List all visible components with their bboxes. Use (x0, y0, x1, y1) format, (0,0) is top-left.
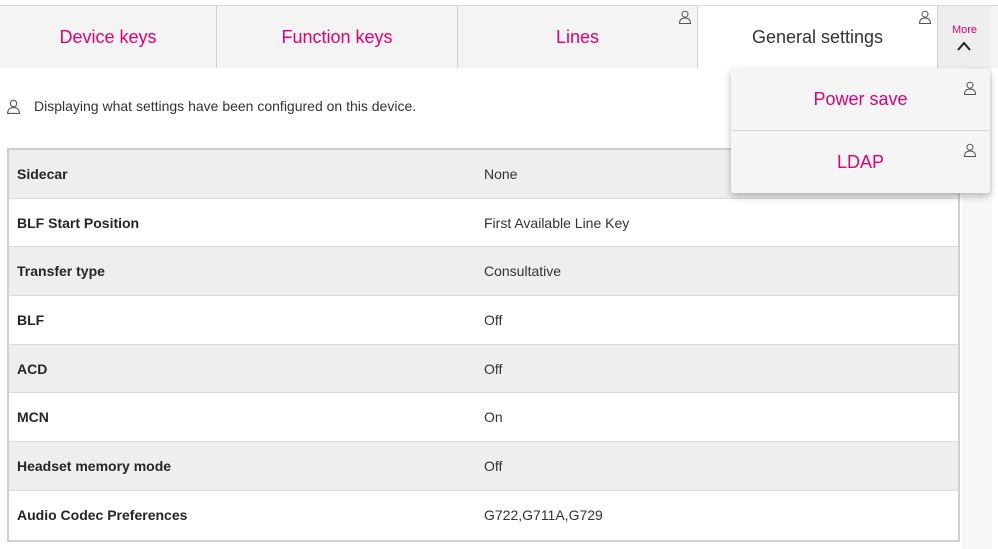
tab-bar: Device keys Function keys Lines General … (0, 5, 998, 68)
setting-value: Off (484, 457, 503, 474)
user-icon (963, 81, 977, 95)
table-row: Audio Codec Preferences G722,G711A,G729 (9, 491, 958, 540)
tab-label: General settings (751, 26, 884, 47)
more-button[interactable]: More (937, 6, 991, 68)
user-icon (678, 10, 692, 24)
tab-label: Device keys (59, 26, 157, 47)
setting-value: None (484, 165, 518, 182)
chevron-up-icon (957, 41, 971, 51)
menu-item-power-save[interactable]: Power save (731, 69, 990, 131)
table-row: BLF Start Position First Available Line … (9, 199, 958, 248)
menu-item-label: LDAP (836, 151, 885, 172)
setting-name: ACD (17, 360, 48, 377)
setting-name: BLF Start Position (17, 214, 140, 231)
tab-general-settings[interactable]: General settings (698, 6, 937, 68)
setting-value: Off (484, 360, 503, 377)
tab-lines[interactable]: Lines (458, 6, 698, 68)
more-dropdown-menu: Power save LDAP (731, 69, 990, 193)
table-row: MCN On (9, 393, 958, 443)
setting-value: First Available Line Key (484, 214, 630, 231)
table-row: Headset memory mode Off (9, 442, 958, 491)
table-row: ACD Off (9, 344, 958, 394)
setting-value: G722,G711A,G729 (484, 507, 603, 524)
setting-name: Transfer type (17, 263, 105, 280)
tab-label: Function keys (281, 26, 393, 47)
info-message: Displaying what settings have been confi… (6, 96, 416, 116)
setting-name: Headset memory mode (17, 457, 172, 474)
info-text: Displaying what settings have been confi… (34, 98, 417, 114)
menu-item-ldap[interactable]: LDAP (731, 131, 990, 193)
user-icon (918, 10, 932, 24)
setting-name: Audio Codec Preferences (17, 507, 188, 524)
tab-function-keys[interactable]: Function keys (217, 6, 458, 68)
tab-device-keys[interactable]: Device keys (0, 6, 217, 68)
setting-name: MCN (17, 409, 49, 426)
user-icon (963, 143, 977, 157)
more-label: More (951, 24, 978, 36)
setting-value: On (484, 409, 503, 426)
setting-name: BLF (17, 311, 45, 328)
setting-value: Off (484, 311, 503, 328)
setting-value: Consultative (484, 263, 562, 280)
table-row: BLF Off (9, 296, 958, 345)
menu-item-label: Power save (813, 89, 908, 109)
table-row: Transfer type Consultative (9, 247, 958, 297)
settings-table: Sidecar None BLF Start Position First Av… (7, 148, 960, 542)
setting-name: Sidecar (17, 165, 68, 182)
user-icon (7, 99, 20, 114)
tab-label: Lines (555, 26, 600, 47)
